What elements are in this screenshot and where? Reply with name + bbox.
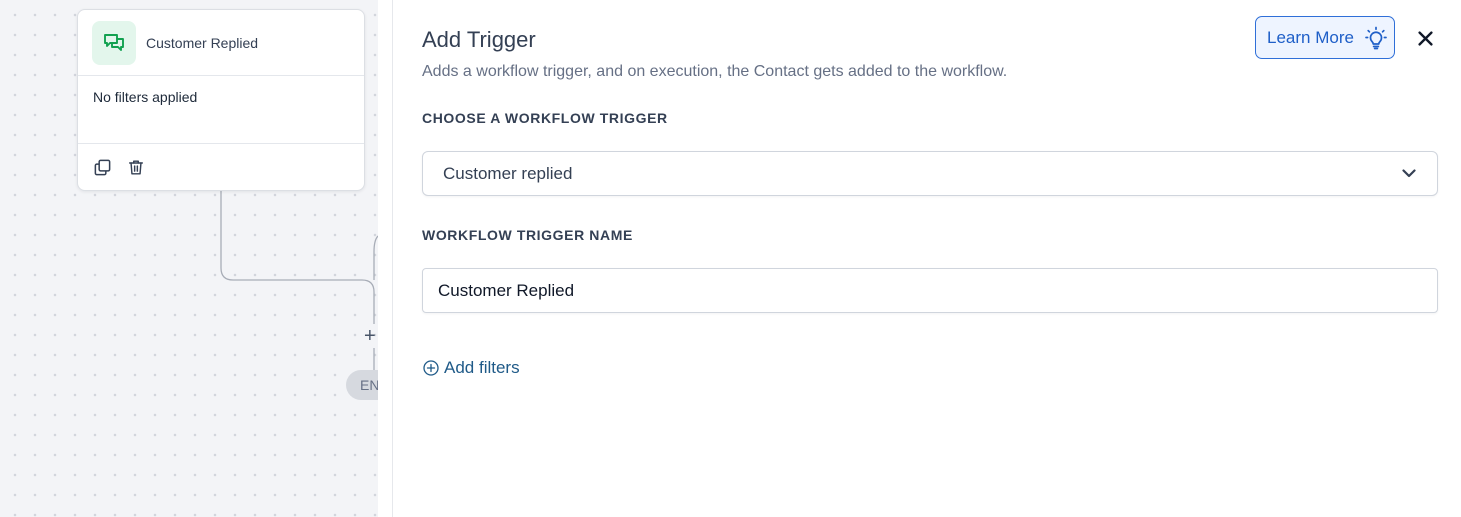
learn-more-button[interactable]: Learn More [1255, 16, 1395, 59]
trigger-section-label: CHOOSE A WORKFLOW TRIGGER [422, 110, 668, 126]
copy-icon[interactable] [92, 157, 112, 177]
trigger-type-select[interactable]: Customer replied [422, 151, 1438, 196]
add-filters-label: Add filters [444, 358, 520, 377]
learn-more-label: Learn More [1267, 27, 1354, 47]
add-trigger-panel: Add Trigger Adds a workflow trigger, and… [393, 0, 1461, 517]
end-node: END [346, 370, 378, 400]
trigger-type-selected-value: Customer replied [443, 163, 573, 183]
trash-icon[interactable] [126, 157, 146, 177]
chat-bubbles-icon [92, 20, 136, 65]
trigger-name-input[interactable] [422, 268, 1438, 313]
chevron-down-icon [1399, 164, 1419, 184]
add-step-button[interactable]: + [364, 325, 378, 347]
close-icon [1417, 30, 1433, 46]
panel-divider [378, 0, 393, 517]
trigger-node-card[interactable]: Customer Replied No filters applied [77, 9, 365, 191]
trigger-node-filters-text: No filters applied [78, 76, 364, 144]
close-button[interactable] [1414, 27, 1436, 49]
workflow-canvas[interactable]: Customer Replied No filters applied + EN [0, 0, 378, 517]
trigger-name-section-label: WORKFLOW TRIGGER NAME [422, 227, 633, 243]
panel-title: Add Trigger [422, 27, 536, 52]
add-filters-link[interactable]: Add filters [422, 358, 520, 378]
trigger-node-title: Customer Replied [146, 34, 259, 51]
panel-subtitle: Adds a workflow trigger, and on executio… [422, 63, 1008, 80]
lightbulb-icon [1364, 26, 1388, 50]
trigger-node-header: Customer Replied [78, 10, 364, 76]
plus-circle-icon [422, 360, 439, 377]
trigger-node-actions [78, 144, 364, 190]
